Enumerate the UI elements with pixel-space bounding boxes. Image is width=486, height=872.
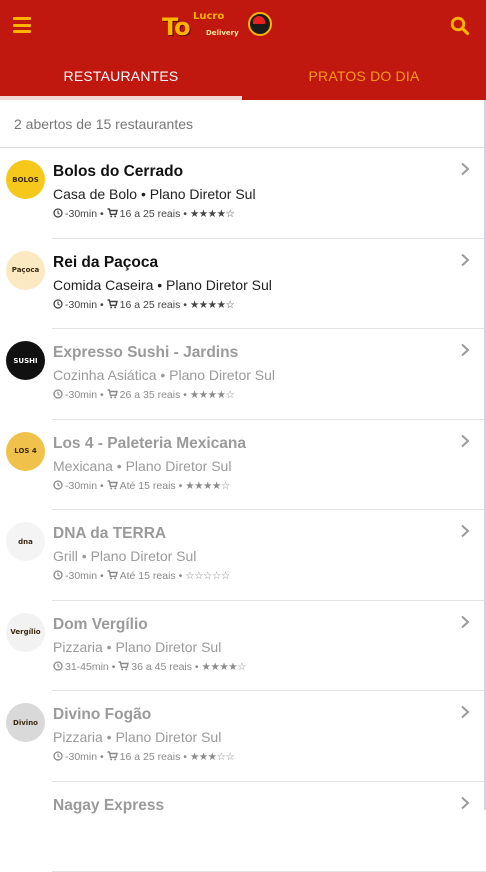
- restaurant-logo: [6, 794, 45, 833]
- price-range: 16 a 25 reais: [120, 299, 181, 311]
- top-toolbar: To Lucro Delivery: [0, 0, 486, 52]
- restaurant-name: Dom Vergílio: [53, 616, 148, 634]
- price-range: Até 15 reais: [120, 480, 176, 492]
- logo-main-text: To: [162, 13, 190, 41]
- restaurant-count-bar: 2 abertos de 15 restaurantes: [0, 100, 486, 148]
- chevron-right-icon: [459, 434, 471, 448]
- restaurant-logo: Paçoca: [6, 251, 45, 290]
- rating-stars: ★★★★☆: [190, 208, 235, 220]
- menu-icon[interactable]: [13, 17, 31, 33]
- restaurant-logo: Vergílio: [6, 613, 45, 652]
- logo-small-text: Lucro: [193, 11, 224, 22]
- rating-stars: ★★★☆☆: [190, 751, 235, 763]
- restaurant-category: Pizzaria • Plano Diretor Sul: [53, 639, 221, 655]
- clock-icon: [53, 661, 63, 674]
- price-range: Até 15 reais: [120, 570, 176, 582]
- cart-icon: [107, 299, 118, 312]
- rating-stars: ★★★★☆: [190, 389, 235, 401]
- price-range: 26 a 35 reais: [120, 389, 181, 401]
- restaurant-row[interactable]: Paçoca Rei da Paçoca Comida Caseira • Plan…: [0, 239, 486, 330]
- restaurant-category: Grill • Plano Diretor Sul: [53, 548, 196, 564]
- restaurant-row[interactable]: Divino Divino Fogão Pizzaria • Plano Diret…: [0, 691, 486, 782]
- delivery-time: -30min: [65, 389, 97, 401]
- cart-icon: [118, 661, 129, 674]
- restaurant-row[interactable]: Vergílio Dom Vergílio Pizzaria • Plano Dir…: [0, 601, 486, 692]
- restaurant-meta: -30min • 16 a 25 reais • ★★★☆☆: [53, 751, 234, 764]
- restaurant-category: Comida Caseira • Plano Diretor Sul: [53, 277, 272, 293]
- search-icon[interactable]: [450, 16, 470, 36]
- restaurant-meta: -30min • Até 15 reais • ★★★★☆: [53, 480, 230, 493]
- chevron-right-icon: [459, 162, 471, 176]
- rating-stars: ★★★★☆: [202, 661, 247, 673]
- restaurant-row[interactable]: BOLOS Bolos do Cerrado Casa de Bolo • Plan…: [0, 148, 486, 239]
- restaurant-meta: -30min • 16 a 25 reais • ★★★★☆: [53, 299, 234, 312]
- restaurant-name: Nagay Express: [53, 797, 164, 815]
- delivery-time: 31-45min: [65, 661, 109, 673]
- restaurant-logo: SUSHI: [6, 341, 45, 380]
- price-range: 16 a 25 reais: [120, 751, 181, 763]
- delivery-time: -30min: [65, 570, 97, 582]
- tab-bar: RESTAURANTES PRATOS DO DIA: [0, 52, 486, 100]
- restaurant-row[interactable]: dna DNA da TERRA Grill • Plano Diretor Sul…: [0, 510, 486, 601]
- tab-pratos-do-dia[interactable]: PRATOS DO DIA: [242, 52, 486, 100]
- restaurant-row[interactable]: SUSHI Expresso Sushi - Jardins Cozinha Asi…: [0, 329, 486, 420]
- restaurant-category: Casa de Bolo • Plano Diretor Sul: [53, 186, 256, 202]
- restaurant-meta: -30min • Até 15 reais • ☆☆☆☆☆: [53, 570, 230, 583]
- cart-icon: [107, 751, 118, 764]
- restaurant-name: Rei da Paçoca: [53, 254, 158, 272]
- clock-icon: [53, 389, 63, 402]
- chevron-right-icon: [459, 796, 471, 810]
- clock-icon: [53, 299, 63, 312]
- delivery-time: -30min: [65, 480, 97, 492]
- chevron-right-icon: [459, 705, 471, 719]
- delivery-time: -30min: [65, 299, 97, 311]
- restaurant-row[interactable]: Nagay Express: [0, 782, 486, 872]
- price-range: 16 a 25 reais: [120, 208, 181, 220]
- tab-restaurantes[interactable]: RESTAURANTES: [0, 52, 242, 100]
- delivery-time: -30min: [65, 751, 97, 763]
- cart-icon: [107, 480, 118, 493]
- logo-mascot-icon: [248, 12, 272, 36]
- app-logo: To Lucro Delivery: [160, 8, 278, 44]
- chevron-right-icon: [459, 524, 471, 538]
- cart-icon: [107, 570, 118, 583]
- cart-icon: [107, 208, 118, 221]
- restaurant-name: Bolos do Cerrado: [53, 163, 183, 181]
- restaurant-logo: LOS 4: [6, 432, 45, 471]
- delivery-time: -30min: [65, 208, 97, 220]
- restaurant-meta: -30min • 26 a 35 reais • ★★★★☆: [53, 389, 234, 402]
- cart-icon: [107, 389, 118, 402]
- logo-sub-text: Delivery: [206, 29, 239, 37]
- restaurant-list: BOLOS Bolos do Cerrado Casa de Bolo • Plan…: [0, 148, 486, 872]
- restaurant-count-text: 2 abertos de 15 restaurantes: [14, 116, 193, 132]
- rating-stars: ★★★★☆: [190, 299, 235, 311]
- rating-stars: ★★★★☆: [185, 480, 230, 492]
- restaurant-meta: -30min • 16 a 25 reais • ★★★★☆: [53, 208, 234, 221]
- app-header: To Lucro Delivery RESTAURANTES PRATOS DO…: [0, 0, 486, 100]
- restaurant-logo: BOLOS: [6, 160, 45, 199]
- restaurant-meta: 31-45min • 36 a 45 reais • ★★★★☆: [53, 661, 246, 674]
- restaurant-category: Pizzaria • Plano Diretor Sul: [53, 729, 221, 745]
- restaurant-name: Los 4 - Paleteria Mexicana: [53, 435, 246, 453]
- restaurant-row[interactable]: LOS 4 Los 4 - Paleteria Mexicana Mexicana …: [0, 420, 486, 511]
- chevron-right-icon: [459, 615, 471, 629]
- rating-stars: ☆☆☆☆☆: [185, 570, 230, 582]
- restaurant-name: Expresso Sushi - Jardins: [53, 344, 238, 362]
- price-range: 36 a 45 reais: [131, 661, 192, 673]
- restaurant-category: Cozinha Asiática • Plano Diretor Sul: [53, 367, 275, 383]
- chevron-right-icon: [459, 253, 471, 267]
- restaurant-category: Mexicana • Plano Diretor Sul: [53, 458, 231, 474]
- clock-icon: [53, 751, 63, 764]
- clock-icon: [53, 480, 63, 493]
- clock-icon: [53, 570, 63, 583]
- clock-icon: [53, 208, 63, 221]
- restaurant-logo: Divino: [6, 703, 45, 742]
- chevron-right-icon: [459, 343, 471, 357]
- restaurant-name: DNA da TERRA: [53, 525, 166, 543]
- restaurant-name: Divino Fogão: [53, 706, 151, 724]
- restaurant-logo: dna: [6, 522, 45, 561]
